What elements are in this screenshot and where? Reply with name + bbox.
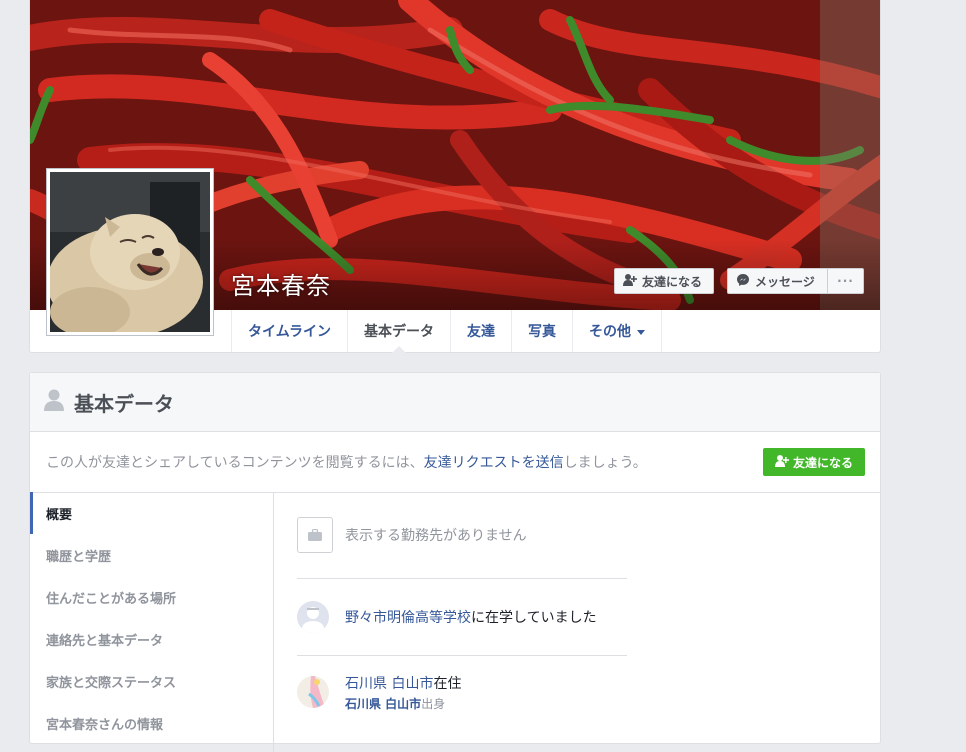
send-friend-request-link[interactable]: 友達リクエストを送信 [424, 452, 564, 472]
side-nav-contact-info[interactable]: 連絡先と基本データ [30, 618, 273, 660]
message-button[interactable]: メッセージ [727, 268, 828, 294]
tab-more-label: その他 [589, 324, 632, 340]
tab-more[interactable]: その他 [572, 310, 663, 352]
side-nav-overview[interactable]: 概要 [30, 492, 273, 534]
add-friend-button-secondary[interactable]: 友達になる [763, 448, 865, 476]
about-section: 基本データ この人が友達とシェアしているコンテンツを閲覧するには、 友達リクエスト… [29, 372, 881, 752]
work-row: 表示する勤務先がありません [297, 492, 627, 579]
tab-friends[interactable]: 友達 [450, 310, 511, 352]
side-nav-family-relationships[interactable]: 家族と交際ステータス [30, 660, 273, 702]
side-nav-places-lived[interactable]: 住んだことがある場所 [30, 576, 273, 618]
message-label: メッセージ [755, 274, 815, 289]
side-nav-work-education[interactable]: 職歴と学歴 [30, 534, 273, 576]
school-suffix: に在学していました [471, 610, 597, 626]
tab-about[interactable]: 基本データ [347, 310, 450, 353]
more-options-button[interactable]: ··· [827, 268, 864, 294]
add-friend-button[interactable]: 友達になる [614, 268, 714, 294]
about-title: 基本データ [74, 391, 174, 416]
person-icon [44, 389, 64, 415]
hometown-link[interactable]: 石川県 白山市 [345, 697, 421, 711]
about-overview: 表示する勤務先がありません 野々市明倫高等学校に在学していました 石川県 白山市… [297, 492, 627, 728]
side-nav-details[interactable]: 宮本春奈さんの情報 [30, 702, 273, 744]
school-text: 野々市明倫高等学校に在学していました [345, 607, 597, 627]
messenger-icon [736, 273, 750, 290]
current-city-link[interactable]: 石川県 白山市 [345, 676, 433, 692]
work-empty-text: 表示する勤務先がありません [345, 528, 527, 544]
school-link[interactable]: 野々市明倫高等学校 [345, 610, 471, 626]
school-row: 野々市明倫高等学校に在学していました [297, 579, 627, 656]
location-icon[interactable] [297, 676, 329, 708]
location-row: 石川県 白山市在住 石川県 白山市出身 [297, 656, 627, 728]
about-header: 基本データ [30, 373, 880, 432]
hometown-suffix: 出身 [421, 696, 446, 711]
add-friend-label: 友達になる [642, 274, 703, 289]
friend-request-notice: この人が友達とシェアしているコンテンツを閲覧するには、 友達リクエストを送信 しまし… [30, 432, 880, 493]
notice-prefix: この人が友達とシェアしているコンテンツを閲覧するには、 [46, 455, 424, 471]
profile-picture[interactable] [46, 168, 214, 336]
add-friend-secondary-label: 友達になる [792, 455, 853, 470]
school-icon[interactable] [297, 601, 329, 633]
profile-header: 宮本春奈 友達になる メッセージ ··· タイムライン 基本データ 友達 写真 … [29, 0, 881, 353]
profile-tabs: タイムライン 基本データ 友達 写真 その他 [231, 310, 663, 353]
briefcase-icon [297, 517, 333, 553]
current-city-text: 石川県 白山市在住 [345, 673, 461, 693]
add-person-icon [774, 454, 789, 470]
about-side-nav: 概要 職歴と学歴 住んだことがある場所 連絡先と基本データ 家族と交際ステータス… [30, 492, 274, 752]
tab-timeline[interactable]: タイムライン [231, 310, 347, 352]
current-city-suffix: 在住 [433, 675, 462, 692]
chevron-down-icon [637, 329, 646, 335]
notice-suffix: しましょう。 [563, 455, 647, 471]
tab-photos[interactable]: 写真 [511, 310, 572, 352]
location-details: 石川県 白山市在住 石川県 白山市出身 [345, 673, 461, 712]
add-person-icon [623, 273, 637, 289]
hometown-text: 石川県 白山市出身 [345, 695, 461, 712]
profile-name[interactable]: 宮本春奈 [231, 266, 331, 301]
